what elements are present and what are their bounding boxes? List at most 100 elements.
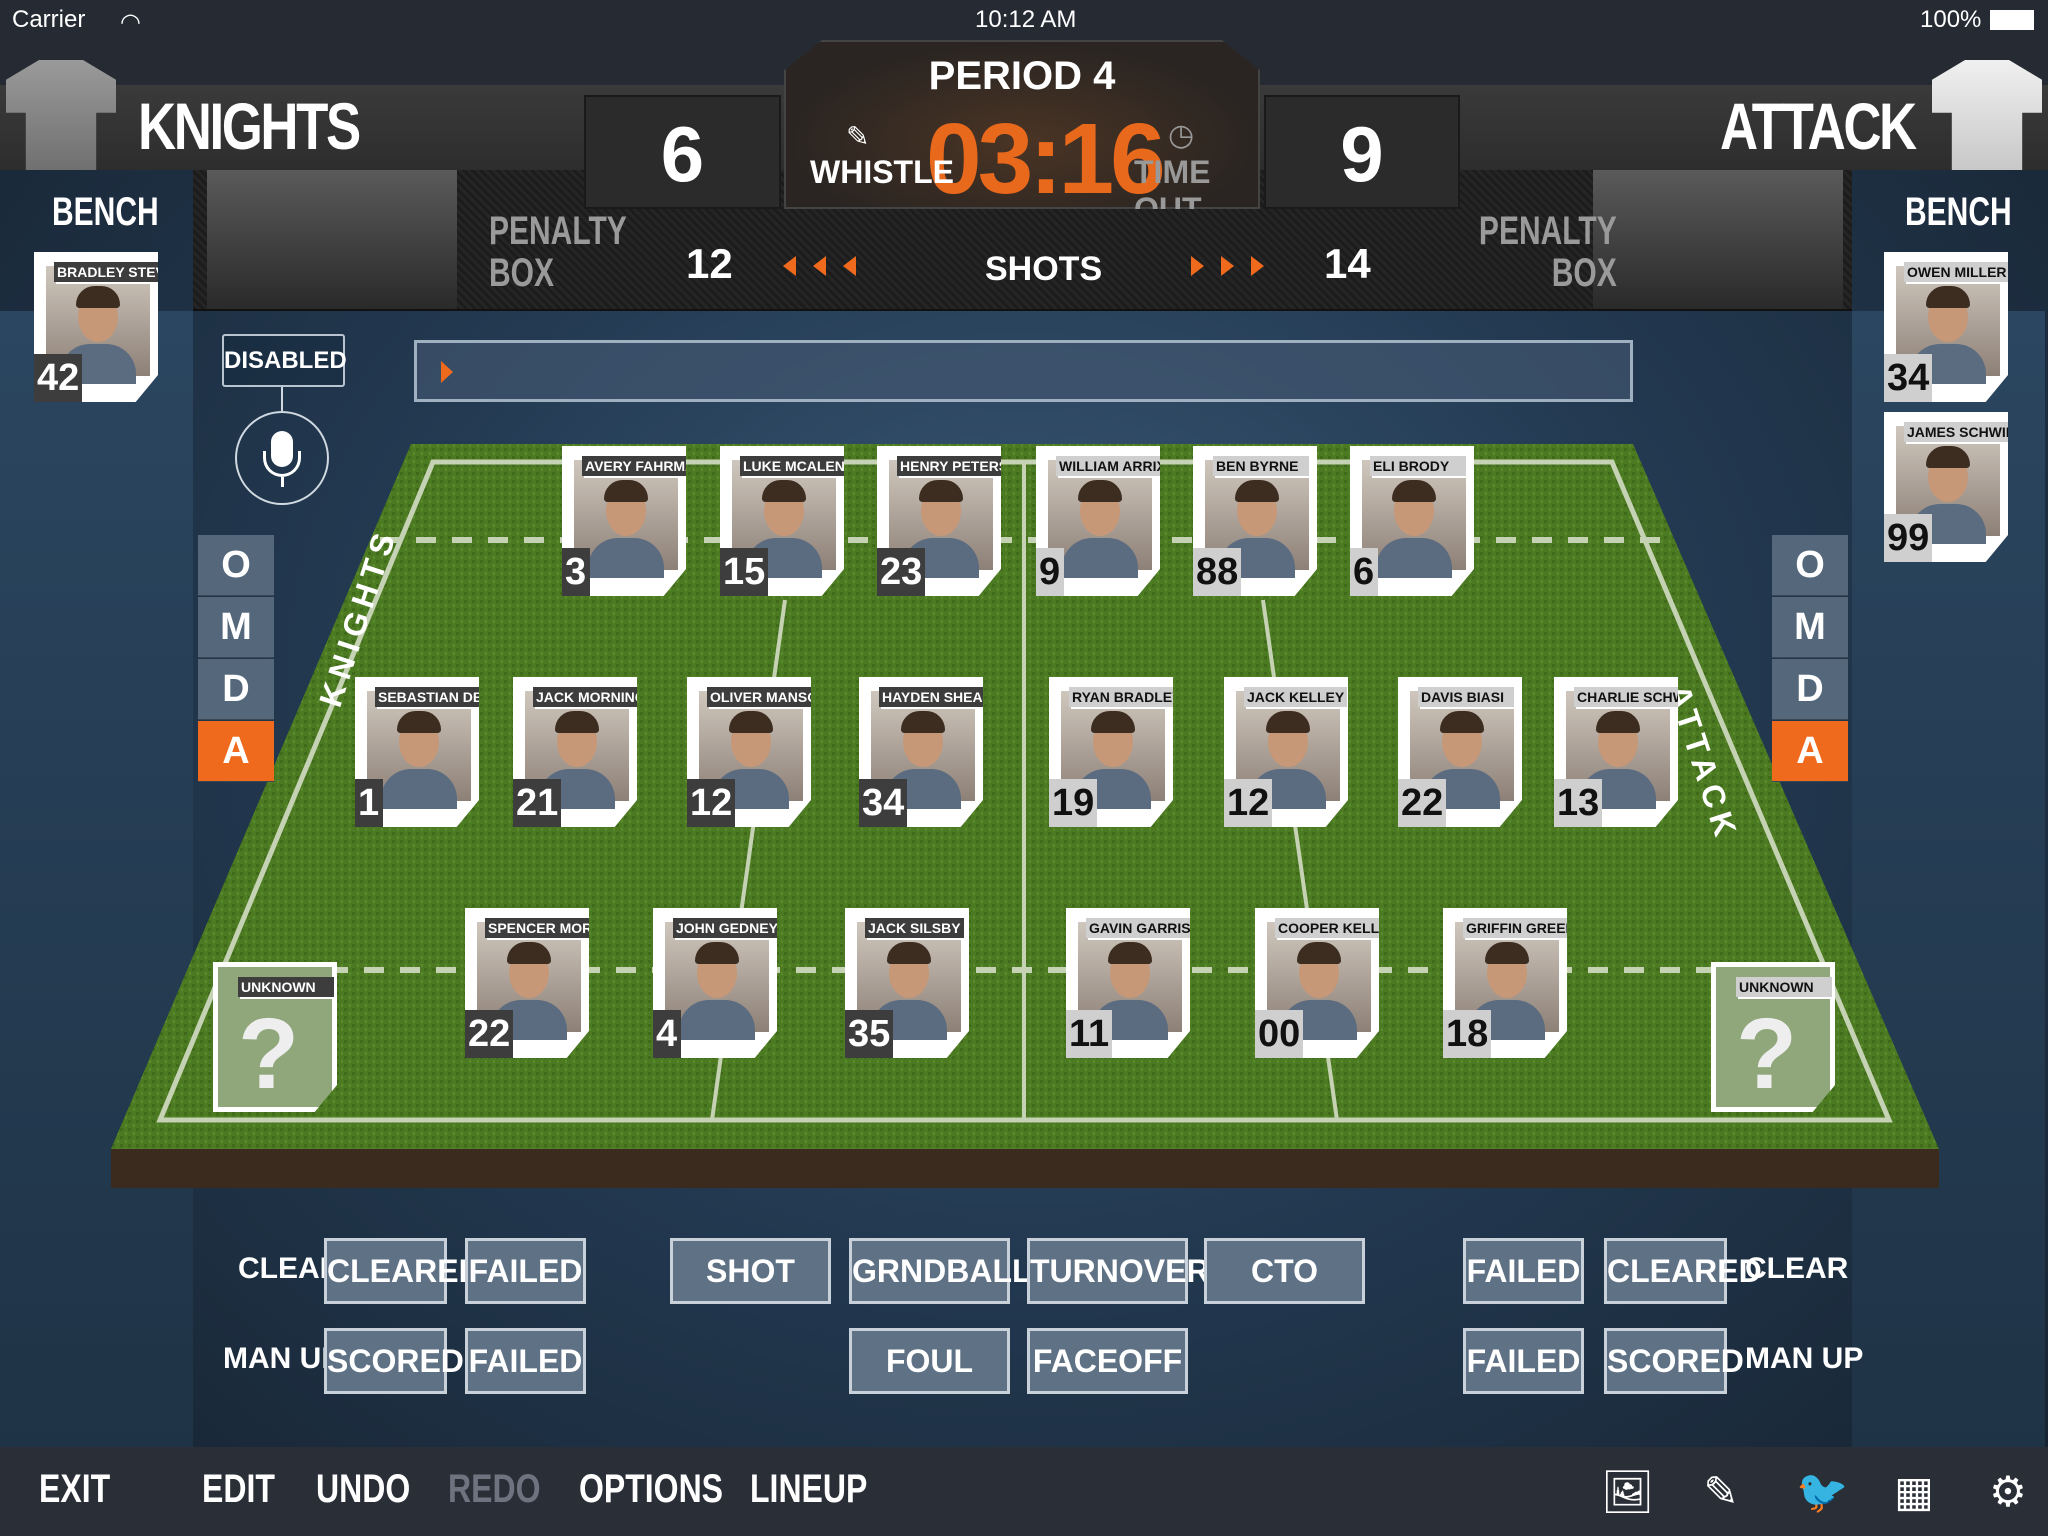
player-name: DAVIS BIASI [1418,687,1514,707]
period-label[interactable]: PERIOD 4 [786,54,1258,99]
player-number: 12 [1224,779,1273,827]
player-card[interactable]: JACK MORNINGSTAR 21 [513,677,637,827]
image-icon[interactable]: 🖼 [1601,1469,1654,1515]
increment-shots-icon[interactable] [1191,256,1204,276]
avatar-hair [887,942,931,964]
twitter-icon[interactable]: 🐦 [1796,1469,1848,1515]
away-penalty-slot[interactable] [1593,170,1843,309]
player-card[interactable]: HENRY PETERS 23 [877,446,1001,596]
position-filter-d[interactable]: D [198,659,274,720]
cto-button[interactable]: CTO [1204,1238,1365,1304]
away-team-name[interactable]: ATTACK [1720,88,1917,164]
player-card[interactable]: AVERY FAHRMAN 3 [562,446,686,596]
position-filter-m[interactable]: M [198,597,274,658]
home-shots[interactable]: 12 [686,240,733,288]
increment-shots-icon[interactable] [1251,256,1264,276]
grid-icon[interactable]: ▦ [1891,1469,1937,1515]
player-card[interactable]: OWEN MILLER 34 [1884,252,2008,402]
faceoff-button[interactable]: FACEOFF [1027,1328,1188,1394]
away-shots[interactable]: 14 [1324,240,1371,288]
home-penalty-box-label: PENALTY BOX [489,209,627,295]
foul-button[interactable]: FOUL [849,1328,1010,1394]
player-card[interactable]: DAVIS BIASI 22 [1398,677,1522,827]
decrement-shots-icon[interactable] [783,256,796,276]
home-clear-failed-button[interactable]: FAILED [465,1238,586,1304]
player-number: 88 [1193,548,1242,596]
away-jersey-icon[interactable] [1932,60,2042,170]
player-card[interactable]: HAYDEN SHEA 34 [859,677,983,827]
player-card[interactable]: WILLIAM ARRIX 9 [1036,446,1160,596]
away-cleared-button[interactable]: CLEARED [1604,1238,1762,1304]
away-clear-failed-button[interactable]: FAILED [1463,1238,1584,1304]
player-card[interactable]: CHARLIE SCHWIND 13 [1554,677,1678,827]
voice-status-button[interactable]: DISABLED [222,334,347,387]
home-jersey-icon[interactable] [6,60,116,170]
player-card[interactable]: COOPER KELLEY 00 [1255,908,1379,1058]
whistle-icon[interactable]: ✎ [846,120,869,153]
undo-button[interactable]: UNDO [316,1467,410,1512]
decrement-shots-icon[interactable] [843,256,856,276]
player-card[interactable]: JOHN GEDNEY 4 [653,908,777,1058]
avatar-hair [604,480,648,502]
microphone-icon[interactable] [235,411,329,505]
position-filter-a[interactable]: A [198,721,274,782]
player-name: LUKE MCALENNEY [740,456,844,476]
avatar-hair [1266,711,1310,733]
away-manup-failed-button[interactable]: FAILED [1463,1328,1584,1394]
home-manup-scored-button[interactable]: SCORED [324,1328,464,1394]
position-filter-d[interactable]: D [1772,659,1848,720]
player-card[interactable]: JACK KELLEY 12 [1224,677,1348,827]
whistle-button[interactable]: WHISTLE [810,154,954,191]
grndball-button[interactable]: GRNDBALL [849,1238,1032,1304]
edit-note-icon[interactable]: ✎ [1698,1469,1744,1515]
player-card[interactable]: BRADLEY STEVENS 42 [34,252,158,402]
home-bench-panel [0,311,193,1447]
player-card[interactable]: LUKE MCALENNEY 15 [720,446,844,596]
away-score[interactable]: 9 [1264,95,1460,209]
home-cleared-button[interactable]: CLEARED [324,1238,482,1304]
position-filter-o[interactable]: O [1772,535,1848,596]
position-filter-o[interactable]: O [198,535,274,596]
player-card[interactable]: GAVIN GARRISON 11 [1066,908,1190,1058]
position-filter-m[interactable]: M [1772,597,1848,658]
game-clock[interactable]: 03:16 [926,102,1166,209]
player-number: 35 [845,1010,894,1058]
player-card[interactable]: ELI BRODY 6 [1350,446,1474,596]
player-card[interactable]: RYAN BRADLEY 19 [1049,677,1173,827]
player-name: OWEN MILLER [1904,262,2008,282]
increment-shots-icon[interactable] [1221,256,1234,276]
home-manup-failed-button[interactable]: FAILED [465,1328,586,1394]
player-card[interactable]: SEBASTIAN DEANGELIS 1 [355,677,479,827]
goalie-card[interactable]: ? UNKNOWN [1711,962,1835,1112]
exit-button[interactable]: EXIT [39,1467,110,1512]
away-manup-scored-button[interactable]: SCORED [1604,1328,1744,1394]
home-bench-title: BENCH [52,190,159,234]
avatar-hair [1297,942,1341,964]
player-number: 34 [859,779,908,827]
lineup-button[interactable]: LINEUP [750,1467,867,1512]
player-card[interactable]: JACK SILSBY 35 [845,908,969,1058]
turnover-button[interactable]: TURNOVER [1027,1238,1210,1304]
home-team-name[interactable]: KNIGHTS [138,88,361,164]
player-name: BEN BYRNE [1213,456,1309,476]
player-name: HAYDEN SHEA [879,687,983,707]
gear-icon[interactable]: ⚙ [1985,1469,2031,1515]
home-score[interactable]: 6 [584,95,781,209]
options-button[interactable]: OPTIONS [579,1467,723,1512]
goalie-card[interactable]: ? UNKNOWN [213,962,337,1112]
player-card[interactable]: SPENCER MORROW 22 [465,908,589,1058]
redo-button[interactable]: REDO [448,1467,540,1512]
man-up-label: MAN UP [1745,1342,1864,1375]
position-filter-a[interactable]: A [1772,721,1848,782]
avatar-hair [1440,711,1484,733]
shot-button[interactable]: SHOT [670,1238,831,1304]
player-card[interactable]: BEN BYRNE 88 [1193,446,1317,596]
player-card[interactable]: GRIFFIN GREEN 18 [1443,908,1567,1058]
home-penalty-slot[interactable] [207,170,457,309]
player-card[interactable]: JAMES SCHWIND 99 [1884,412,2008,562]
player-card[interactable]: OLIVER MANSOURIAN 12 [687,677,811,827]
edit-button[interactable]: EDIT [202,1467,275,1512]
stopwatch-icon[interactable]: ◷ [1168,118,1194,153]
decrement-shots-icon[interactable] [813,256,826,276]
command-input[interactable] [414,340,1633,402]
